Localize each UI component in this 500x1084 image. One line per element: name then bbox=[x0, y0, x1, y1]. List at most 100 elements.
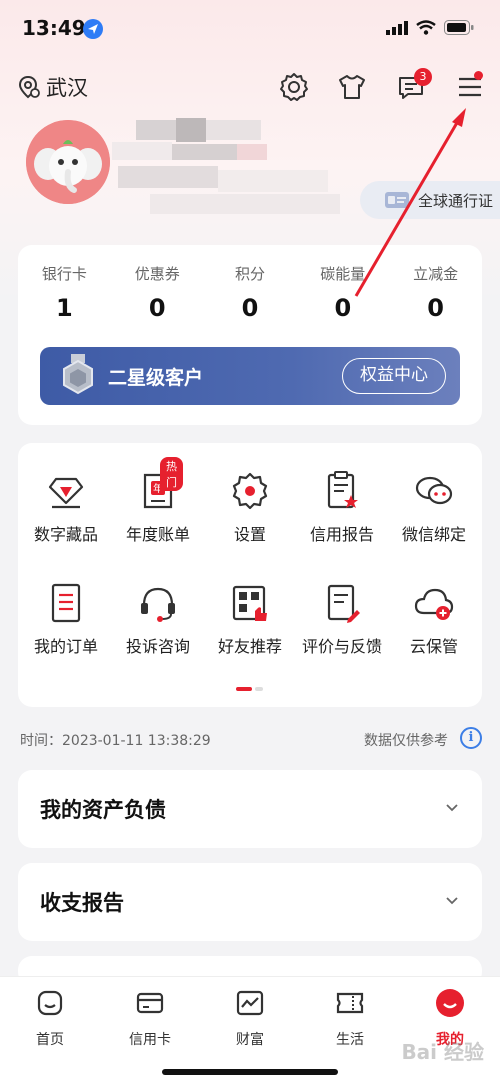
grid-item-label: 数字藏品 bbox=[33, 525, 98, 544]
avatar[interactable] bbox=[26, 120, 110, 204]
stat-value: 1 bbox=[56, 294, 73, 322]
qrcode-icon bbox=[232, 585, 267, 621]
membership-level: 二星级客户 bbox=[108, 367, 204, 389]
profile-smile-icon bbox=[436, 989, 464, 1017]
section-title: 收支报告 bbox=[40, 891, 124, 915]
grid-item-label: 评价与反馈 bbox=[301, 637, 382, 656]
grid-item-label: 微信绑定 bbox=[401, 525, 466, 544]
feature-grid-card: 数字藏品 年 热门 年度账单 设置 信用报告 微信绑定 我的订单 投诉咨询 好友… bbox=[18, 443, 482, 707]
order-icon bbox=[51, 583, 81, 623]
watermark: Bai 经验 bbox=[401, 1040, 484, 1064]
message-count-badge: 3 bbox=[414, 68, 432, 86]
grid-item-label: 设置 bbox=[233, 525, 266, 544]
header: 武汉 3 bbox=[0, 62, 500, 114]
nav-credit-card[interactable]: 信用卡 bbox=[110, 987, 190, 1049]
grid-item-label: 好友推荐 bbox=[217, 637, 282, 656]
tshirt-icon bbox=[339, 75, 365, 99]
city-selector[interactable]: 武汉 bbox=[16, 72, 88, 102]
grid-item-label: 投诉咨询 bbox=[125, 637, 190, 656]
nav-life[interactable]: 生活 bbox=[310, 987, 390, 1049]
grid-item-annual-bill[interactable]: 年 热门 年度账单 bbox=[112, 457, 204, 545]
nav-wealth[interactable]: 财富 bbox=[210, 987, 290, 1049]
grid-item-complaints[interactable]: 投诉咨询 bbox=[112, 581, 204, 657]
stat-value: 0 bbox=[148, 294, 166, 322]
nav-label: 财富 bbox=[236, 1032, 264, 1048]
id-card-icon bbox=[385, 192, 409, 208]
status-time: 13:49 bbox=[22, 16, 86, 40]
nav-label: 首页 bbox=[36, 1032, 64, 1048]
grid-item-refer-friends[interactable]: 好友推荐 bbox=[204, 581, 296, 657]
grid-item-my-orders[interactable]: 我的订单 bbox=[20, 581, 112, 657]
menu-button[interactable] bbox=[453, 70, 487, 104]
grid-item-label: 年度账单 bbox=[125, 525, 190, 544]
grid-item-feedback[interactable]: 评价与反馈 bbox=[296, 581, 388, 657]
chat-icon bbox=[415, 476, 453, 505]
grid-item-cloud-storage[interactable]: 云保管 bbox=[388, 581, 480, 657]
page-indicator bbox=[236, 687, 263, 691]
membership-banner[interactable]: 二星级客户 权益中心 bbox=[40, 347, 460, 405]
city-name: 武汉 bbox=[46, 76, 88, 100]
section-title: 我的资产负债 bbox=[40, 798, 166, 822]
settings-button[interactable] bbox=[277, 70, 311, 104]
hot-tag-badge: 热门 bbox=[160, 457, 183, 491]
home-icon bbox=[37, 990, 63, 1016]
grid-item-wechat-binding[interactable]: 微信绑定 bbox=[388, 469, 480, 545]
nav-label: 信用卡 bbox=[129, 1032, 171, 1048]
stat-value: 0 bbox=[334, 294, 352, 322]
headset-icon bbox=[141, 587, 175, 622]
medal-icon bbox=[63, 354, 93, 395]
home-indicator bbox=[162, 1069, 338, 1075]
cloud-icon bbox=[414, 588, 454, 620]
grid-item-label: 云保管 bbox=[409, 637, 458, 656]
messages-button[interactable]: 3 bbox=[394, 68, 432, 104]
location-arrow-icon bbox=[83, 19, 103, 39]
stat-carbon-energy[interactable]: 碳能量 0 bbox=[296, 263, 389, 322]
chart-icon bbox=[236, 990, 264, 1016]
report-icon bbox=[327, 471, 358, 509]
stat-label: 积分 bbox=[234, 265, 265, 283]
cellular-signal-icon bbox=[386, 20, 408, 35]
menu-notification-dot bbox=[474, 71, 483, 80]
grid-item-label: 信用报告 bbox=[309, 525, 374, 544]
chevron-down-icon bbox=[446, 897, 458, 905]
location-pin-icon bbox=[18, 75, 40, 99]
chevron-down-icon bbox=[446, 804, 458, 812]
grid-item-digital-collectibles[interactable]: 数字藏品 bbox=[20, 469, 112, 545]
data-timestamp-row: 时间：2023-01-11 13:38:29 数据仅供参考 i bbox=[20, 727, 482, 750]
stat-label: 银行卡 bbox=[41, 265, 87, 283]
stat-label: 碳能量 bbox=[320, 265, 366, 283]
data-reference-note: 数据仅供参考 bbox=[364, 733, 448, 749]
nav-label: 生活 bbox=[336, 1032, 364, 1048]
nav-home[interactable]: 首页 bbox=[10, 987, 90, 1049]
stat-points[interactable]: 积分 0 bbox=[204, 263, 297, 322]
info-icon[interactable]: i bbox=[460, 727, 482, 749]
global-pass-button[interactable]: 全球通行证 bbox=[360, 181, 500, 219]
stat-bank-cards[interactable]: 银行卡 1 bbox=[18, 263, 111, 322]
bottom-nav: 首页 信用卡 财富 生活 我的 bbox=[0, 976, 500, 1084]
grid-item-credit-report[interactable]: 信用报告 bbox=[296, 469, 388, 545]
grid-item-label: 我的订单 bbox=[33, 637, 98, 656]
status-icons bbox=[386, 20, 474, 35]
stat-value: 0 bbox=[427, 294, 444, 322]
elephant-mascot-icon bbox=[26, 120, 110, 204]
stat-coupons[interactable]: 优惠券 0 bbox=[111, 263, 204, 322]
grid-item-settings[interactable]: 设置 bbox=[204, 469, 296, 545]
stats-card: 银行卡 1 优惠券 0 积分 0 碳能量 0 立减金 0 二星级客户 权益中心 bbox=[18, 245, 482, 425]
diamond-icon bbox=[48, 477, 84, 509]
gear-icon bbox=[280, 73, 308, 101]
income-expense-section[interactable]: 收支报告 bbox=[18, 863, 482, 941]
gear-icon bbox=[232, 472, 268, 510]
feedback-icon bbox=[327, 584, 360, 623]
global-pass-label: 全球通行证 bbox=[418, 191, 494, 210]
skin-button[interactable] bbox=[335, 70, 369, 104]
assets-liabilities-section[interactable]: 我的资产负债 bbox=[18, 770, 482, 848]
credit-card-icon bbox=[136, 992, 164, 1014]
stat-label: 立减金 bbox=[413, 265, 459, 283]
battery-icon bbox=[444, 20, 474, 35]
stat-instant-discount[interactable]: 立减金 0 bbox=[389, 263, 482, 322]
wifi-icon bbox=[416, 20, 436, 35]
data-timestamp: 时间：2023-01-11 13:38:29 bbox=[20, 733, 211, 749]
stat-label: 优惠券 bbox=[134, 265, 180, 283]
stat-value: 0 bbox=[241, 294, 259, 322]
rights-center-button[interactable]: 权益中心 bbox=[342, 358, 446, 394]
